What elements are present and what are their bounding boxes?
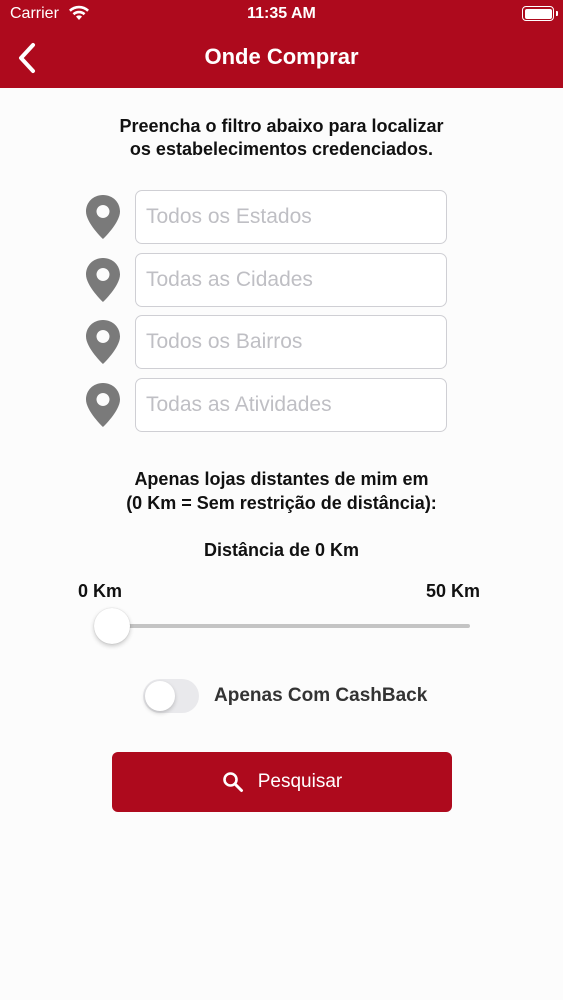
map-pin-icon	[86, 258, 120, 302]
slider-track	[112, 624, 470, 628]
distance-description: Apenas lojas distantes de mim em (0 Km =…	[0, 467, 563, 515]
city-select[interactable]	[135, 253, 447, 307]
search-button-label: Pesquisar	[257, 771, 343, 792]
toggle-knob	[145, 681, 175, 711]
activity-select[interactable]	[135, 378, 447, 432]
filter-row-neighborhood	[82, 315, 448, 369]
cashback-toggle[interactable]	[143, 679, 199, 713]
instructions-line-2: os estabelecimentos credenciados.	[129, 139, 434, 159]
distance-value-label: Distância de 0 Km	[203, 540, 360, 560]
instructions-line-1: Preencha o filtro abaixo para localizar	[119, 116, 444, 136]
filter-row-city	[82, 253, 448, 307]
top-bar: Carrier 11:35 AM Onde Comprar	[0, 0, 563, 88]
search-button[interactable]: Pesquisar	[112, 752, 452, 812]
search-icon	[222, 772, 243, 792]
slider-min-label: 0 Km	[78, 581, 123, 601]
distance-description-line-1: Apenas lojas distantes de mim em	[134, 469, 429, 489]
slider-max-label: 50 Km	[426, 581, 481, 601]
slider-thumb[interactable]	[94, 608, 130, 644]
distance-slider[interactable]	[94, 606, 470, 646]
map-pin-icon	[86, 320, 120, 364]
page-title: Onde Comprar	[204, 44, 359, 69]
instructions-text: Preencha o filtro abaixo para localizar …	[0, 115, 563, 161]
battery-icon	[522, 6, 558, 21]
neighborhood-select[interactable]	[135, 315, 447, 369]
filter-row-activity	[82, 378, 448, 432]
status-time: 11:35 AM	[247, 5, 316, 22]
onde-comprar-screen: Carrier 11:35 AM Onde Comprar Preencha o…	[0, 0, 563, 1000]
map-pin-icon	[86, 383, 120, 427]
cashback-label: Apenas Com CashBack	[214, 685, 428, 706]
state-select[interactable]	[135, 190, 447, 244]
filter-row-state	[82, 190, 448, 244]
distance-description-line-2: (0 Km = Sem restrição de distância):	[126, 493, 437, 513]
map-pin-icon	[86, 195, 120, 239]
